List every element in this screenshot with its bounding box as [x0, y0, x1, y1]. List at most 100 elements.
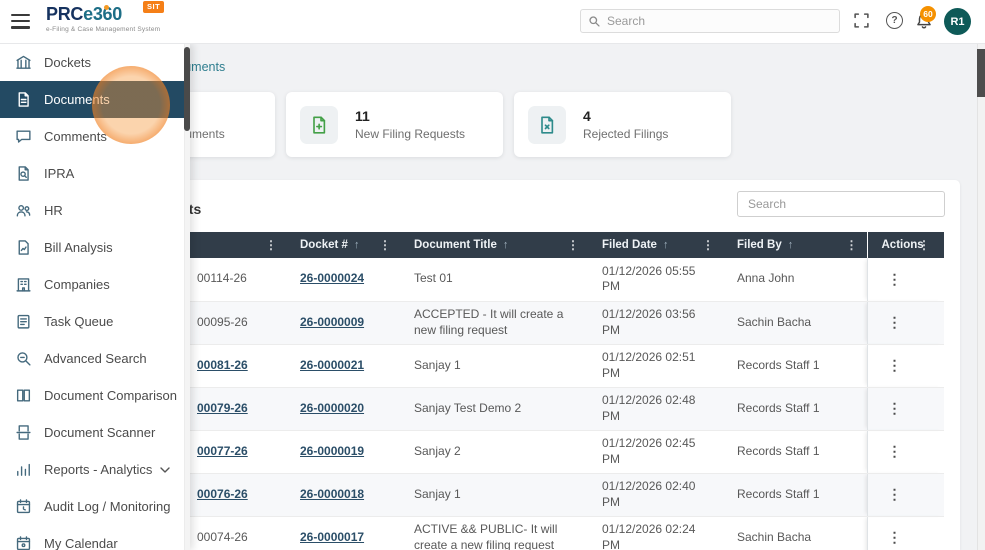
column-menu-icon[interactable]: ⋮ — [379, 238, 391, 252]
logo-accent-dot — [104, 5, 109, 10]
stat-label: New Filing Requests — [355, 127, 465, 141]
docket-link[interactable]: 26-0000018 — [300, 487, 364, 501]
filing-number-link[interactable]: 00076-26 — [197, 487, 248, 501]
column-header-docket[interactable]: Docket #↑ ⋮ — [286, 232, 400, 258]
filed-date: 01/12/2026 02:48 PM — [588, 387, 723, 430]
filed-by: Records Staff 1 — [723, 473, 867, 516]
sidebar-item-document-comparison[interactable]: Document Comparison — [0, 377, 184, 414]
filing-number: 00095-26 — [197, 315, 248, 329]
sidebar-item-task-queue[interactable]: Task Queue — [0, 303, 184, 340]
page-scrollbar-thumb[interactable] — [977, 49, 985, 97]
page-scrollbar-track — [977, 44, 985, 550]
row-actions-menu-icon[interactable]: ⋮ — [882, 398, 908, 418]
row-actions-menu-icon[interactable]: ⋮ — [882, 441, 908, 461]
audit-calendar-icon — [15, 498, 32, 515]
sidebar-item-hr[interactable]: HR — [0, 192, 184, 229]
stat-card-new-filing-requests[interactable]: 11 New Filing Requests — [286, 92, 503, 157]
people-icon — [15, 202, 32, 219]
sidebar-item-label: Audit Log / Monitoring — [44, 499, 170, 514]
task-list-icon — [15, 313, 32, 330]
sidebar-item-label: Companies — [44, 277, 110, 292]
compare-icon — [15, 387, 32, 404]
help-icon[interactable]: ? — [886, 12, 903, 29]
docket-link[interactable]: 26-0000019 — [300, 444, 364, 458]
table-search-input[interactable] — [738, 192, 944, 216]
column-menu-icon[interactable]: ⋮ — [702, 238, 714, 252]
filing-number-link[interactable]: 00077-26 — [197, 444, 248, 458]
sidebar-scrollbar-track — [184, 44, 190, 550]
filing-number: 00114-26 — [197, 271, 247, 285]
sidebar-item-documents[interactable]: Documents — [0, 81, 184, 118]
sidebar-nav: Dockets Documents Comments IPRA — [0, 44, 190, 550]
sort-icon[interactable]: ↑ — [788, 239, 794, 251]
row-actions-menu-icon[interactable]: ⋮ — [882, 355, 908, 375]
filed-date: 01/12/2026 02:51 PM — [588, 344, 723, 387]
filed-date: 01/12/2026 05:55 PM — [588, 258, 723, 301]
docket-link[interactable]: 26-0000020 — [300, 401, 364, 415]
table-row: 00081-26 26-0000021 Sanjay 1 01/12/2026 … — [95, 344, 944, 387]
documents-panel: Documents ⋮ Docket #↑ ⋮ Document Title↑ … — [95, 180, 960, 550]
document-title: Sanjay 2 — [400, 430, 588, 473]
building-icon — [15, 276, 32, 293]
row-actions-menu-icon[interactable]: ⋮ — [882, 312, 908, 332]
sidebar-item-reports-analytics[interactable]: Reports - Analytics — [0, 451, 184, 488]
docket-link[interactable]: 26-0000021 — [300, 358, 364, 372]
sidebar-item-label: Document Comparison — [44, 388, 177, 403]
docket-link[interactable]: 26-0000009 — [300, 315, 364, 329]
column-menu-icon[interactable]: ⋮ — [567, 238, 579, 252]
column-header-document-title[interactable]: Document Title↑ ⋮ — [400, 232, 588, 258]
document-title: Sanjay 1 — [400, 344, 588, 387]
logo-text-e360: e360 — [83, 4, 122, 24]
column-menu-icon[interactable]: ⋮ — [846, 238, 858, 252]
docket-link[interactable]: 26-0000017 — [300, 530, 364, 544]
sidebar-item-companies[interactable]: Companies — [0, 266, 184, 303]
filed-date: 01/12/2026 02:40 PM — [588, 473, 723, 516]
sidebar-item-ipra[interactable]: IPRA — [0, 155, 184, 192]
row-actions-menu-icon[interactable]: ⋮ — [882, 484, 908, 504]
stat-card-rejected-filings[interactable]: 4 Rejected Filings — [514, 92, 731, 157]
document-title: Test 01 — [400, 258, 588, 301]
sidebar-item-dockets[interactable]: Dockets — [0, 44, 184, 81]
column-menu-icon[interactable]: ⋮ — [265, 238, 277, 252]
sidebar-item-label: Comments — [44, 129, 107, 144]
bill-analysis-icon — [15, 239, 32, 256]
sidebar-item-audit-log-monitoring[interactable]: Audit Log / Monitoring — [0, 488, 184, 525]
fullscreen-icon[interactable] — [853, 12, 871, 30]
notification-count-badge[interactable]: 60 — [920, 6, 936, 22]
avatar[interactable]: R1 — [944, 8, 971, 35]
sidebar-item-comments[interactable]: Comments — [0, 118, 184, 155]
column-menu-icon[interactable]: ⋮ — [918, 238, 930, 252]
row-actions-menu-icon[interactable]: ⋮ — [882, 269, 908, 289]
sidebar-item-label: Advanced Search — [44, 351, 147, 366]
documents-table: ⋮ Docket #↑ ⋮ Document Title↑ ⋮ Filed Da… — [95, 232, 944, 550]
sort-icon[interactable]: ↑ — [503, 239, 509, 251]
docket-link[interactable]: 26-0000024 — [300, 271, 364, 285]
sidebar-item-label: Document Scanner — [44, 425, 155, 440]
scanner-icon — [15, 424, 32, 441]
sidebar-scrollbar-thumb[interactable] — [184, 47, 190, 131]
document-icon — [15, 91, 32, 108]
table-header-row: ⋮ Docket #↑ ⋮ Document Title↑ ⋮ Filed Da… — [95, 232, 944, 258]
sidebar-item-advanced-search[interactable]: Advanced Search — [0, 340, 184, 377]
sidebar-item-bill-analysis[interactable]: Bill Analysis — [0, 229, 184, 266]
sidebar-item-document-scanner[interactable]: Document Scanner — [0, 414, 184, 451]
sidebar-item-label: Documents — [44, 92, 110, 107]
table-search[interactable] — [737, 191, 945, 217]
table-row: 00074-26 26-0000017 ACTIVE && PUBLIC- It… — [95, 516, 944, 550]
row-actions-menu-icon[interactable]: ⋮ — [882, 527, 908, 547]
sidebar-item-my-calendar[interactable]: My Calendar — [0, 525, 184, 550]
sort-icon[interactable]: ↑ — [663, 239, 669, 251]
stat-label: Rejected Filings — [583, 127, 668, 141]
filing-number-link[interactable]: 00081-26 — [197, 358, 248, 372]
filed-by: Sachin Bacha — [723, 301, 867, 344]
column-label: Filed By — [737, 239, 782, 251]
global-search-input[interactable] — [607, 14, 827, 28]
menu-toggle-icon[interactable] — [11, 14, 30, 29]
column-header-actions: Actions ⋮ — [867, 232, 944, 258]
filing-number-link[interactable]: 00079-26 — [197, 401, 248, 415]
global-search[interactable] — [580, 9, 840, 33]
column-header-filed-date[interactable]: Filed Date↑ ⋮ — [588, 232, 723, 258]
column-header-filed-by[interactable]: Filed By ↑ ⋮ — [723, 232, 867, 258]
sort-icon[interactable]: ↑ — [354, 239, 360, 251]
comment-icon — [15, 128, 32, 145]
